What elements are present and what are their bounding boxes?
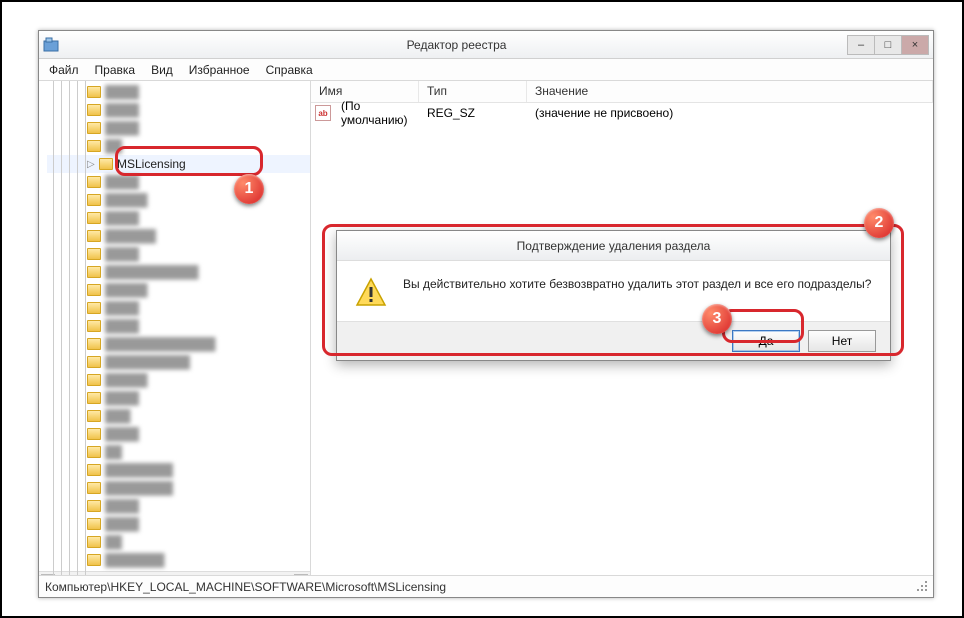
callout-3-badge: 3 [702, 304, 732, 334]
callout-1-badge: 1 [234, 174, 264, 204]
folder-icon [99, 158, 113, 170]
horizontal-scrollbar[interactable]: ◄ ► [39, 571, 310, 575]
menu-file[interactable]: Файл [41, 61, 87, 79]
menu-bar: Файл Правка Вид Избранное Справка [39, 59, 933, 81]
scroll-left-icon[interactable]: ◄ [41, 574, 55, 576]
status-path: Компьютер\HKEY_LOCAL_MACHINE\SOFTWARE\Mi… [45, 580, 446, 594]
dialog-message: Вы действительно хотите безвозвратно уда… [403, 277, 872, 291]
scroll-right-icon[interactable]: ► [294, 574, 308, 576]
list-row[interactable]: ab (По умолчанию) REG_SZ (значение не пр… [311, 103, 933, 123]
menu-edit[interactable]: Правка [87, 61, 144, 79]
cell-type: REG_SZ [421, 106, 529, 120]
column-value[interactable]: Значение [527, 81, 933, 102]
menu-favorites[interactable]: Избранное [181, 61, 258, 79]
menu-view[interactable]: Вид [143, 61, 181, 79]
cell-name: (По умолчанию) [335, 99, 421, 127]
cell-value: (значение не присвоено) [529, 106, 679, 120]
menu-help[interactable]: Справка [258, 61, 321, 79]
resize-grip-icon[interactable] [917, 581, 929, 593]
warning-icon [355, 277, 387, 309]
tree-item-mslicensing[interactable]: ▷ MSLicensing [47, 155, 310, 173]
no-button[interactable]: Нет [808, 330, 876, 352]
string-value-icon: ab [315, 105, 331, 121]
dialog-title[interactable]: Подтверждение удаления раздела [337, 231, 890, 261]
column-type[interactable]: Тип [419, 81, 527, 102]
dialog-buttons: Да Нет [337, 321, 890, 360]
app-icon [43, 37, 59, 53]
tree-inner: ████ ████ ████ ██ ▷ MSLicensing ████ ███… [39, 81, 310, 571]
status-bar: Компьютер\HKEY_LOCAL_MACHINE\SOFTWARE\Mi… [39, 575, 933, 597]
maximize-button[interactable]: □ [874, 35, 902, 55]
yes-button[interactable]: Да [732, 330, 800, 352]
expander-icon[interactable]: ▷ [87, 159, 97, 170]
tree-pane[interactable]: ████ ████ ████ ██ ▷ MSLicensing ████ ███… [39, 81, 311, 575]
minimize-button[interactable]: – [847, 35, 875, 55]
confirm-delete-dialog: Подтверждение удаления раздела Вы действ… [336, 230, 891, 361]
window-controls: – □ × [848, 35, 929, 55]
window-title: Редактор реестра [65, 38, 848, 52]
dialog-body: Вы действительно хотите безвозвратно уда… [337, 261, 890, 321]
callout-2-badge: 2 [864, 208, 894, 238]
title-bar[interactable]: Редактор реестра – □ × [39, 31, 933, 59]
close-button[interactable]: × [901, 35, 929, 55]
tree-item-label: MSLicensing [117, 157, 186, 171]
